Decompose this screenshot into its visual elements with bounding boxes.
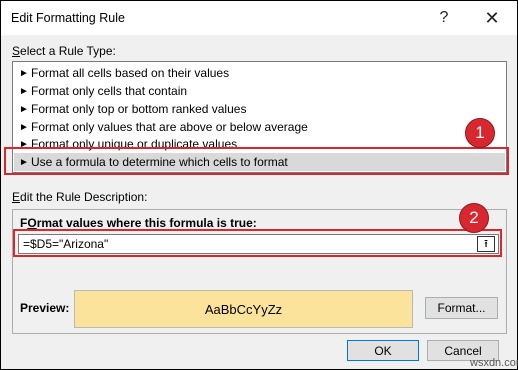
close-button[interactable]: ✕ [477,5,507,31]
callout-badge-2: 2 [459,203,489,233]
callout-box-2 [13,229,502,257]
dialog-title: Edit Formatting Rule [11,11,125,25]
pointer-icon: ► [19,103,29,115]
title-bar: Edit Formatting Rule ? ✕ [1,1,517,35]
rule-type-item[interactable]: ► Format only top or bottom ranked values [14,100,505,118]
callout-box-1 [4,147,509,175]
help-button[interactable]: ? [429,5,459,31]
edit-formatting-rule-dialog: Edit Formatting Rule ? ✕ Select a Rule T… [0,0,518,370]
format-button[interactable]: Format... [425,297,498,319]
ok-button[interactable]: OK [347,340,419,361]
rule-type-label: Select a Rule Type: [12,44,116,58]
rule-type-item[interactable]: ► Format only cells that contain [14,82,505,100]
rule-type-item[interactable]: ► Format only values that are above or be… [14,118,505,136]
formula-label: FOrmat values where this formula is true… [20,216,257,230]
pointer-icon: ► [19,121,29,133]
pointer-icon: ► [19,85,29,97]
preview-sample: AaBbCcYyZz [74,290,413,328]
rule-type-item[interactable]: ► Format all cells based on their values [14,64,505,82]
pointer-icon: ► [19,67,29,79]
watermark: wsxdn.com [470,357,518,369]
preview-label: Preview: [20,301,70,315]
callout-badge-1: 1 [465,118,495,148]
rule-description-label: Edit the Rule Description: [12,190,148,204]
